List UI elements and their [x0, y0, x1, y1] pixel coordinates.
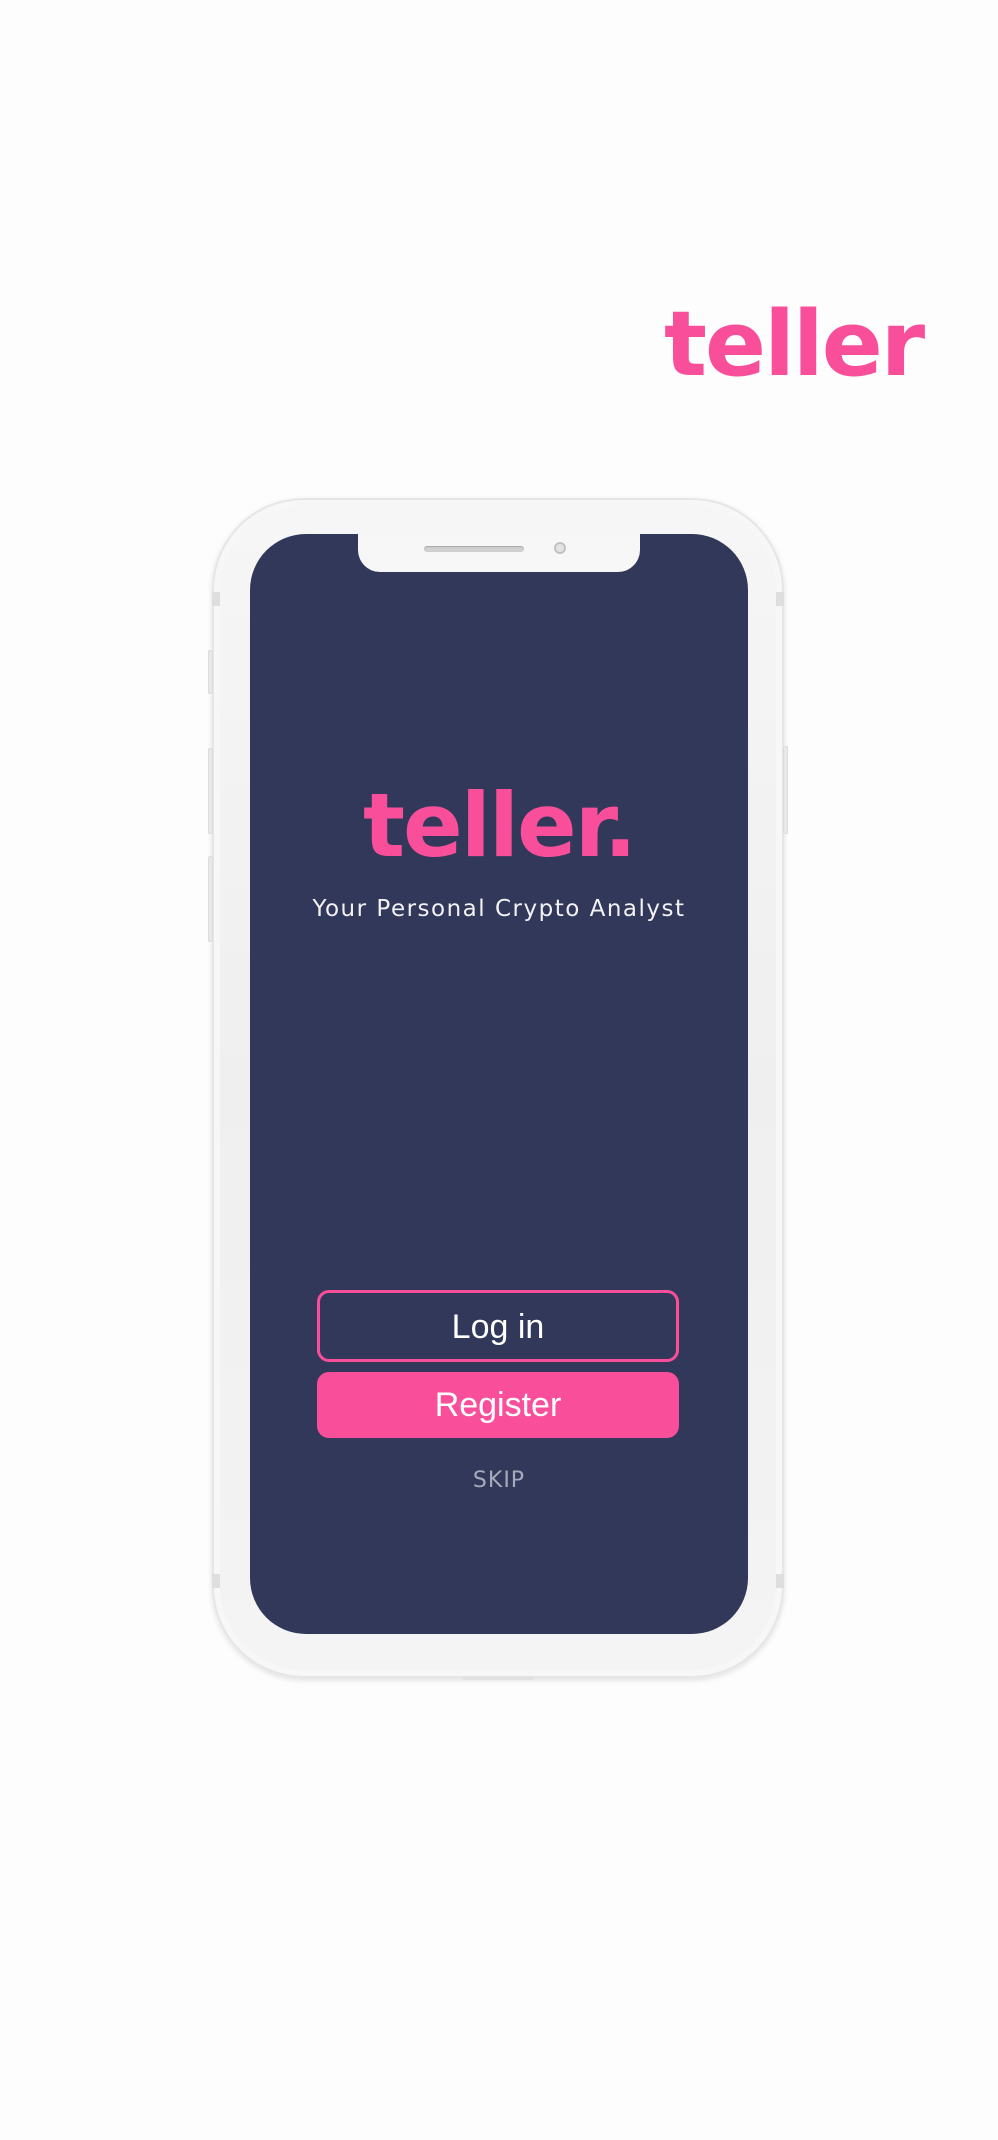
- app-tagline: Your Personal Crypto Analyst: [312, 896, 686, 922]
- speaker-grille: [424, 546, 524, 552]
- register-button[interactable]: Register: [317, 1372, 679, 1438]
- antenna-line: [212, 1574, 220, 1588]
- brand-wordmark: teller: [664, 292, 925, 397]
- skip-link[interactable]: SKIP: [250, 1468, 748, 1493]
- front-camera: [554, 542, 566, 554]
- antenna-line: [776, 592, 784, 606]
- silent-switch: [208, 650, 213, 694]
- antenna-line: [776, 1574, 784, 1588]
- antenna-line: [212, 592, 220, 606]
- power-button: [783, 746, 788, 834]
- phone-screen: teller. Your Personal Crypto Analyst Log…: [250, 534, 748, 1634]
- app-logo: teller.: [362, 774, 637, 877]
- notch: [358, 534, 640, 572]
- volume-down-button: [208, 856, 213, 942]
- login-button[interactable]: Log in: [317, 1290, 679, 1362]
- phone-bottom-shadow: [462, 1676, 534, 1680]
- volume-up-button: [208, 748, 213, 834]
